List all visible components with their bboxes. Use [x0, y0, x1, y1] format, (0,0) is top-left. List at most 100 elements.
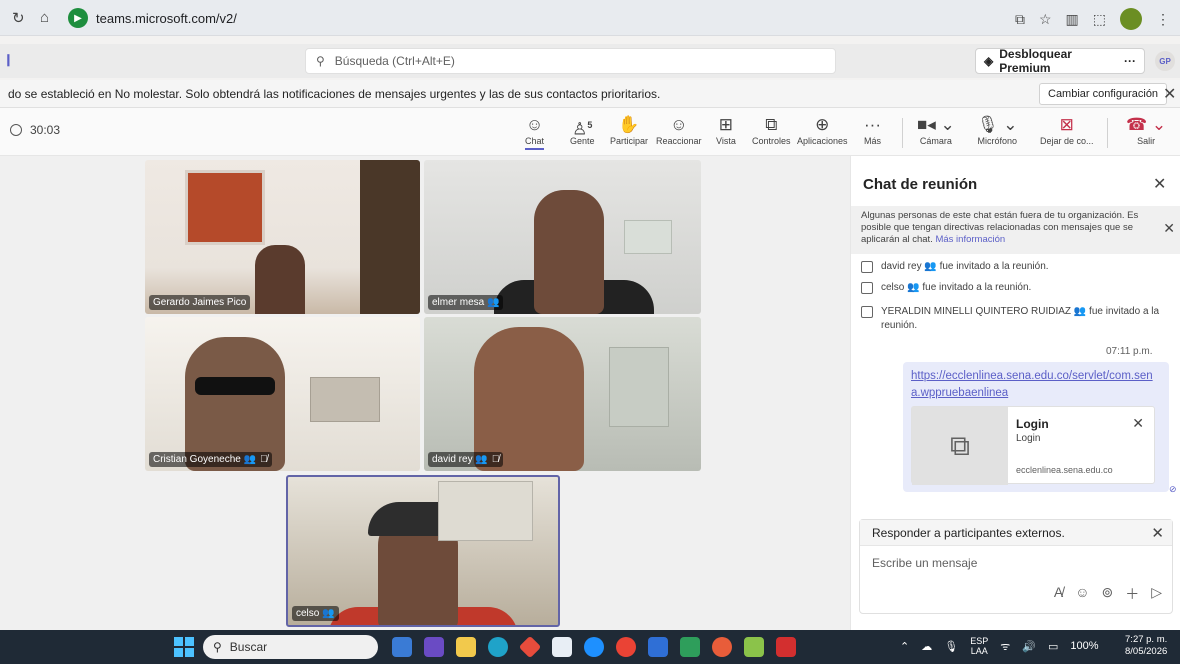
change-settings-button[interactable]: Cambiar configuración	[1039, 83, 1168, 105]
video-tile-active-speaker[interactable]: celso 👥	[286, 475, 560, 627]
format-icon[interactable]: A̸	[1054, 584, 1063, 604]
guest-icon: 👥	[322, 608, 335, 619]
app-icon[interactable]	[584, 637, 604, 657]
search-placeholder: Búsqueda (Ctrl+Alt+E)	[334, 54, 455, 68]
react-label: Reaccionar	[656, 136, 702, 146]
video-tile[interactable]: david rey 👥 🎙̸	[424, 317, 701, 471]
search-input[interactable]: ⚲ Búsqueda (Ctrl+Alt+E)	[305, 48, 836, 74]
message-input[interactable]: Escribe un mensaje	[872, 556, 977, 570]
close-icon[interactable]: ✕	[1163, 221, 1175, 235]
close-icon[interactable]: ✕	[1153, 174, 1166, 194]
camera-label: Cámara	[919, 136, 952, 146]
clock-time: 7:27 p. m.	[1125, 634, 1168, 645]
windows-start-icon[interactable]	[174, 637, 194, 657]
reading-list-icon[interactable]: ▥	[1066, 11, 1079, 28]
controls-icon: ⧉	[765, 115, 778, 134]
close-icon[interactable]: ✕	[1163, 84, 1176, 104]
app-icon[interactable]	[744, 637, 764, 657]
wifi-icon[interactable]: ᯤ	[1000, 639, 1010, 654]
link-preview-card[interactable]: ⧉ Login Login ecclenlinea.sena.edu.co ✕	[911, 406, 1155, 485]
emoji-icon[interactable]: ☺	[1075, 584, 1089, 604]
store-icon[interactable]	[552, 637, 572, 657]
more-options-icon[interactable]: ···	[1124, 54, 1136, 68]
react-button[interactable]: ☺ Reaccionar	[656, 114, 702, 146]
loop-icon[interactable]: ⊚	[1101, 584, 1113, 604]
participant-name-tag: elmer mesa 👥	[428, 295, 504, 310]
user-avatar[interactable]: GP	[1155, 51, 1175, 71]
more-icon: ···	[864, 115, 881, 134]
app-icon[interactable]	[648, 637, 668, 657]
view-button[interactable]: ⊞ Vista	[716, 114, 736, 146]
mic-button[interactable]: 🎙 ⌄ Micrófono	[977, 114, 1018, 146]
external-notice: Algunas personas de este chat están fuer…	[851, 206, 1180, 254]
stop-share-button[interactable]: ⊠ Dejar de co...	[1040, 114, 1094, 146]
message-link[interactable]: https://ecclenlinea.sena.edu.co/servlet/…	[911, 368, 1161, 402]
profile-avatar[interactable]	[1120, 8, 1142, 30]
people-button[interactable]: ♙5 Gente	[570, 114, 595, 146]
url-text[interactable]: teams.microsoft.com/v2/	[96, 11, 237, 26]
guest-icon: 👥	[243, 454, 257, 465]
leave-button[interactable]: ☎ ⌄ Salir	[1126, 114, 1166, 146]
clock[interactable]: 7:27 p. m. 8/05/2026	[1125, 634, 1167, 658]
app-icon[interactable]	[776, 637, 796, 657]
app-icon[interactable]	[424, 637, 444, 657]
system-message-text: YERALDIN MINELLI QUINTERO RUIDIAZ 👥 fue …	[881, 306, 1160, 331]
install-icon[interactable]: ⧉	[1015, 11, 1025, 28]
more-button[interactable]: ··· Más	[864, 114, 881, 146]
close-icon[interactable]: ✕	[1132, 415, 1144, 432]
grid-icon: ⊞	[718, 115, 734, 134]
more-info-link[interactable]: Más información	[935, 234, 1005, 245]
preview-domain: ecclenlinea.sena.edu.co	[1016, 465, 1113, 475]
taskbar-search[interactable]: ⚲ Buscar	[203, 635, 378, 659]
controls-button[interactable]: ⧉ Controles	[752, 114, 791, 146]
banner-text: do se estableció en No molestar. Solo ob…	[8, 86, 661, 101]
send-icon[interactable]: ▷	[1151, 584, 1162, 604]
participant-video	[185, 337, 285, 471]
teams-header: ⵏ ⚲ Búsqueda (Ctrl+Alt+E) ◈ Desbloquear …	[0, 44, 1180, 78]
reload-icon[interactable]: ↻	[12, 9, 25, 27]
people-icon: ♙5	[572, 119, 593, 139]
star-icon[interactable]: ☆	[1039, 11, 1052, 28]
plus-icon[interactable]: ＋	[1125, 584, 1139, 604]
volume-icon[interactable]: 🔊	[1022, 640, 1036, 653]
unlock-premium-button[interactable]: ◈ Desbloquear Premium ···	[975, 47, 1145, 75]
file-explorer-icon[interactable]	[456, 637, 476, 657]
wall-painting	[185, 170, 265, 245]
apps-button[interactable]: ⊕ Aplicaciones	[797, 114, 848, 146]
id-card	[624, 220, 672, 254]
chevron-up-icon[interactable]: ⌃	[900, 640, 909, 653]
shield-icon	[10, 124, 22, 136]
toolbar-divider	[1107, 118, 1108, 148]
video-tile[interactable]: elmer mesa 👥	[424, 160, 701, 314]
extensions-icon[interactable]: ⬚	[1093, 11, 1106, 28]
participant-video	[255, 245, 305, 314]
app-icon[interactable]	[518, 635, 542, 659]
language-indicator[interactable]: ESP LAA	[970, 636, 988, 656]
home-icon[interactable]: ⌂	[40, 9, 49, 26]
app-icon[interactable]	[392, 637, 412, 657]
mic-icon: 🎙 ⌄	[977, 115, 1018, 134]
camera-button[interactable]: ■◂ ⌄ Cámara	[917, 114, 955, 146]
chrome-icon[interactable]	[616, 637, 636, 657]
compose-header-text: Responder a participantes externos.	[872, 525, 1065, 540]
video-tile[interactable]: Cristian Goyeneche 👥 🎙̸	[145, 317, 420, 471]
video-tile[interactable]: Gerardo Jaimes Pico	[145, 160, 420, 314]
address-bar[interactable]: ▶ teams.microsoft.com/v2/	[68, 5, 1118, 31]
raise-hand-button[interactable]: ✋ Participar	[610, 114, 648, 146]
close-icon[interactable]: ✕	[1151, 524, 1164, 542]
id-card	[609, 347, 669, 427]
app-icon[interactable]	[680, 637, 700, 657]
cloud-icon[interactable]: ☁	[921, 640, 932, 653]
mic-icon[interactable]: 🎙	[944, 640, 958, 653]
chat-button[interactable]: ☺ Chat	[525, 114, 545, 150]
edge-icon[interactable]	[488, 637, 508, 657]
raise-hand-label: Participar	[610, 136, 649, 146]
browser-menu-icon[interactable]: ⋮	[1156, 11, 1170, 28]
battery-icon[interactable]: ▭	[1048, 640, 1058, 653]
link-icon: ⧉	[912, 407, 1008, 485]
participant-name: elmer mesa	[432, 297, 485, 308]
app-icon[interactable]	[712, 637, 732, 657]
shelf	[360, 160, 420, 314]
meeting-timer: 30:03	[10, 123, 60, 137]
chat-title: Chat de reunión	[863, 176, 978, 193]
